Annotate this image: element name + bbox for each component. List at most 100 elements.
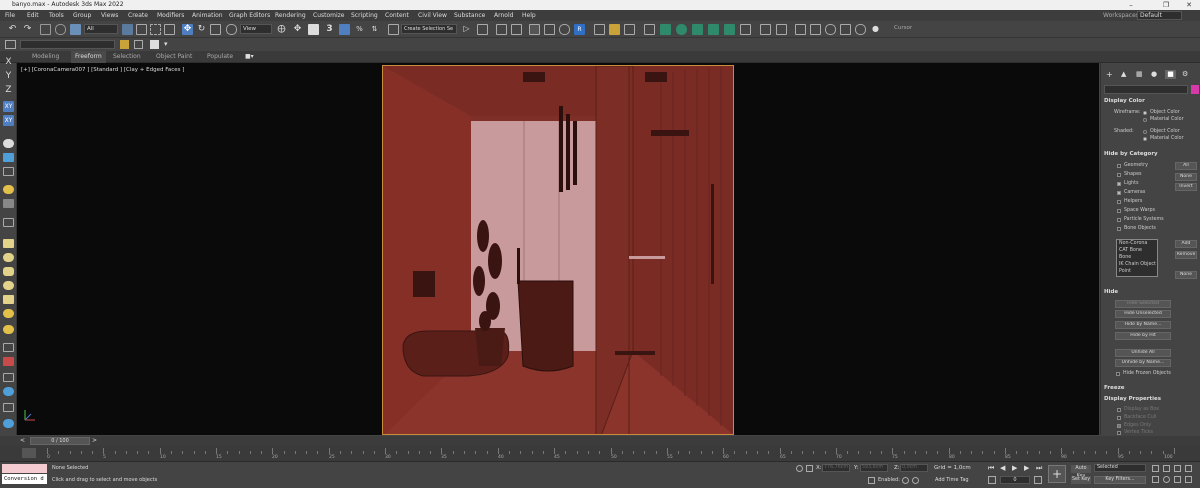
plane-left-icon[interactable]	[3, 357, 14, 366]
shaded-material-color-radio[interactable]	[1143, 137, 1147, 141]
keyboard-shortcut-icon[interactable]	[308, 24, 319, 35]
layer-manager-icon[interactable]	[5, 40, 16, 49]
unhide-by-name-button[interactable]: Unhide by Name...	[1115, 359, 1171, 367]
menu-customize[interactable]: Customize	[313, 10, 345, 21]
hide-frozen-checkbox[interactable]	[1116, 372, 1120, 376]
object-name-field[interactable]	[1104, 85, 1188, 94]
maxscript-output[interactable]: Conversion d	[2, 474, 47, 484]
menu-animation[interactable]: Animation	[192, 10, 223, 21]
render-iterative-icon[interactable]	[624, 24, 635, 35]
tab-modeling[interactable]: Modeling	[32, 51, 59, 63]
undo-icon[interactable]: ↶	[7, 24, 18, 35]
select-in-layer-icon[interactable]	[134, 40, 143, 49]
corona-sun-icon[interactable]	[676, 24, 687, 35]
hide-by-name-button[interactable]: Hide by Name...	[1115, 321, 1171, 329]
menu-group[interactable]: Group	[73, 10, 91, 21]
menu-modifiers[interactable]: Modifiers	[157, 10, 184, 21]
maxscript-listener-input[interactable]	[2, 464, 47, 473]
category-list[interactable]: Non-Corona CAT Bone Bone IK Chain Object…	[1116, 239, 1158, 277]
hide-all-button[interactable]: All	[1175, 162, 1197, 170]
reference-coordinate-dropdown[interactable]: View	[240, 24, 272, 34]
textplus-left-icon[interactable]	[3, 387, 14, 396]
next-frame-icon[interactable]: ▶	[1024, 464, 1029, 472]
axis-y[interactable]: Y	[3, 72, 14, 81]
helpers-checkbox[interactable]	[1117, 200, 1121, 204]
tab-selection[interactable]: Selection	[113, 51, 141, 63]
toggle-scene-explorer-icon[interactable]	[496, 24, 507, 35]
field-of-view-icon[interactable]	[1185, 465, 1192, 472]
angle-snap-icon[interactable]	[339, 24, 350, 35]
play-icon[interactable]: ▶	[1012, 464, 1017, 472]
close-icon[interactable]: ✕	[1178, 0, 1200, 10]
menu-file[interactable]: File	[5, 10, 15, 21]
key-mode-icon[interactable]	[988, 476, 996, 484]
material-editor-icon[interactable]	[559, 24, 570, 35]
menu-substance[interactable]: Substance	[454, 10, 485, 21]
axis-xy-alt[interactable]: XY	[3, 115, 14, 126]
shaded-object-color-radio[interactable]	[1143, 130, 1147, 134]
box-left-icon[interactable]	[3, 239, 14, 248]
menu-graph-editors[interactable]: Graph Editors	[229, 10, 270, 21]
tab-freeform[interactable]: Freeform	[71, 51, 106, 63]
modify-tab-icon[interactable]: ▲	[1121, 70, 1126, 78]
selection-lock-icon[interactable]	[806, 465, 813, 472]
category-list-item[interactable]: CAT Bone	[1119, 248, 1142, 253]
category-remove-button[interactable]: Remove	[1175, 251, 1197, 259]
corona-light-icon[interactable]	[660, 24, 671, 35]
menu-create[interactable]: Create	[128, 10, 148, 21]
mirror-icon[interactable]: ▷	[461, 24, 472, 35]
time-tag-icon[interactable]	[912, 477, 919, 484]
corona-decal-icon[interactable]	[740, 24, 751, 35]
vertex-ticks-checkbox[interactable]	[1117, 431, 1121, 435]
tool-icon-a[interactable]	[795, 24, 806, 35]
selection-filter-dropdown[interactable]: All	[84, 24, 118, 34]
select-left-icon[interactable]	[3, 139, 14, 148]
pivot-center-icon[interactable]: ⨁	[276, 24, 287, 35]
render-production-icon[interactable]	[609, 24, 620, 35]
auto-key-button[interactable]: Auto Key	[1071, 465, 1091, 479]
corona-vfb-icon[interactable]	[760, 24, 771, 35]
workspace-dropdown[interactable]: Default	[1137, 11, 1182, 20]
time-slider-thumb[interactable]: 0 / 100	[30, 437, 90, 445]
percent-snap-icon[interactable]: %	[354, 24, 365, 35]
go-to-start-icon[interactable]: ⏮	[988, 464, 994, 473]
bind-spacewarp-icon[interactable]	[70, 24, 81, 35]
select-object-icon[interactable]	[122, 24, 133, 35]
space-warps-checkbox[interactable]	[1117, 209, 1121, 213]
previous-frame-icon[interactable]: ◀	[1000, 464, 1005, 472]
select-scale-icon[interactable]	[210, 24, 221, 35]
set-key-icon[interactable]: +	[1048, 465, 1066, 483]
teapot-left-icon[interactable]	[3, 373, 14, 382]
corona-icon[interactable]	[644, 24, 655, 35]
orbit-icon[interactable]	[1163, 476, 1170, 483]
select-manipulate-icon[interactable]: ✥	[292, 24, 303, 35]
axis-x[interactable]: X	[3, 58, 14, 67]
schematic-view-icon[interactable]	[544, 24, 555, 35]
set-key-button[interactable]: Set Key	[1071, 476, 1091, 484]
unlink-icon[interactable]	[55, 24, 66, 35]
zoom-all-icon[interactable]	[1163, 465, 1170, 472]
menu-edit[interactable]: Edit	[27, 10, 39, 21]
tool-icon-d[interactable]	[840, 24, 851, 35]
hierarchy-left-icon[interactable]	[3, 167, 14, 176]
category-add-button[interactable]: Add	[1175, 240, 1197, 248]
menu-content[interactable]: Content	[385, 10, 409, 21]
cone-left-icon[interactable]	[3, 295, 14, 304]
new-layer-icon[interactable]	[150, 40, 159, 49]
select-by-name-icon[interactable]	[136, 24, 147, 35]
align-icon[interactable]	[477, 24, 488, 35]
category-list-item[interactable]: IK Chain Object	[1119, 262, 1156, 267]
add-time-tag-button[interactable]: Add Time Tag	[935, 477, 969, 483]
time-configuration-icon[interactable]	[1034, 476, 1042, 484]
category-list-item[interactable]: Bone	[1119, 255, 1131, 260]
cameras-checkbox[interactable]	[1117, 191, 1121, 195]
z-coordinate-field[interactable]: 0,0cm	[900, 464, 928, 472]
zoom-icon[interactable]	[1152, 465, 1159, 472]
display-color-header[interactable]: Display Color	[1104, 98, 1145, 104]
track-bar[interactable]: 0 5 10 15 20 25 30 35 40 45 50 55 60 65 70 75 80 85 90 95 10…	[0, 446, 1200, 462]
menu-rendering[interactable]: Rendering	[275, 10, 306, 21]
hide-unselected-button[interactable]: Hide Unselected	[1115, 310, 1171, 318]
display-properties-header[interactable]: Display Properties	[1104, 396, 1161, 402]
hide-by-category-header[interactable]: Hide by Category	[1104, 151, 1158, 157]
viewport[interactable]: [+] [CoronaCamera007 ] [Standard ] [Clay…	[17, 63, 1099, 435]
